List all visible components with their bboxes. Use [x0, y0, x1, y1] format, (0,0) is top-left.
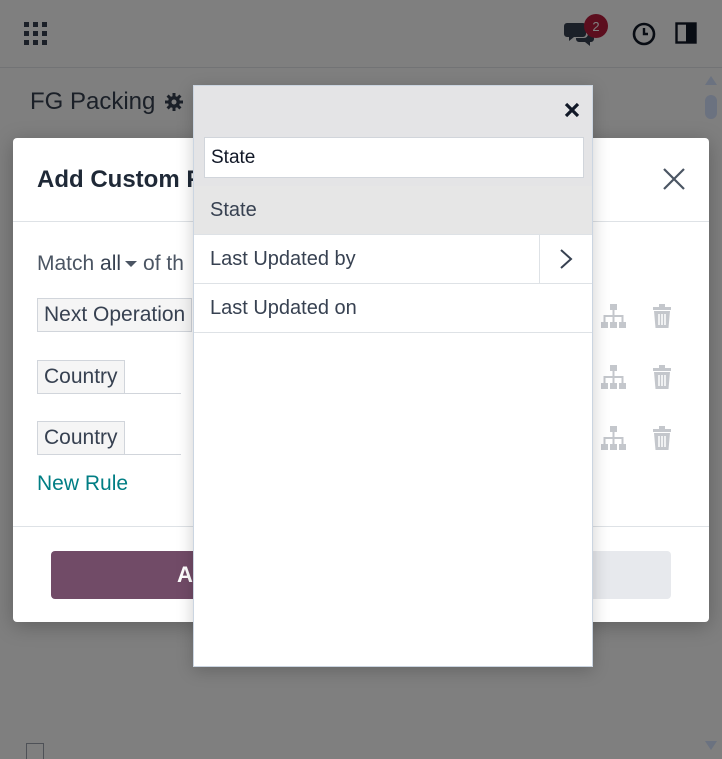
hierarchy-icon[interactable]: [599, 424, 627, 452]
match-mode-value: all: [100, 252, 122, 275]
match-mode-select[interactable]: all: [100, 252, 143, 275]
field-option-label: Last Updated by: [210, 247, 356, 270]
field-option-state[interactable]: State: [194, 186, 592, 235]
new-rule-link[interactable]: New Rule: [37, 472, 128, 496]
follow-relation-button[interactable]: [539, 235, 592, 283]
dialog-title: Add Custom Fi: [37, 166, 208, 193]
caret-down-icon: [125, 261, 138, 268]
trash-icon[interactable]: [648, 363, 676, 391]
field-selector-popover: State Last Updated by Last Updated on: [193, 85, 593, 667]
hierarchy-icon[interactable]: [599, 363, 627, 391]
rule-field-label: Next Operation: [44, 303, 186, 326]
trash-icon[interactable]: [648, 424, 676, 452]
match-prefix: Match: [37, 252, 95, 275]
popover-header: [194, 86, 592, 186]
rule-field-label: Country: [44, 426, 118, 449]
close-icon[interactable]: [562, 100, 582, 120]
field-option-last-updated-on[interactable]: Last Updated on: [194, 284, 592, 333]
trash-icon[interactable]: [648, 302, 676, 330]
add-filter-button-label: A: [177, 562, 193, 587]
rule-field-selector[interactable]: Country: [37, 360, 125, 394]
rule-field-underline: [37, 454, 181, 455]
field-option-label: Last Updated on: [210, 296, 357, 319]
scroll-up-arrow-icon[interactable]: [704, 74, 718, 86]
hierarchy-icon[interactable]: [599, 302, 627, 330]
rule-field-underline: [37, 393, 181, 394]
chevron-right-icon: [560, 249, 573, 269]
field-option-label: State: [210, 198, 257, 221]
rule-field-selector[interactable]: Next Operation: [37, 298, 193, 332]
scrollbar-thumb[interactable]: [705, 95, 717, 119]
field-search-input[interactable]: [204, 137, 584, 178]
rule-field-selector[interactable]: Country: [37, 421, 125, 455]
field-option-last-updated-by[interactable]: Last Updated by: [194, 235, 592, 284]
scroll-down-arrow-icon[interactable]: [704, 740, 718, 752]
match-selector-line: Match all of th: [37, 252, 184, 276]
match-suffix: of th: [143, 252, 184, 275]
rule-field-label: Country: [44, 365, 118, 388]
close-icon[interactable]: [661, 166, 687, 192]
